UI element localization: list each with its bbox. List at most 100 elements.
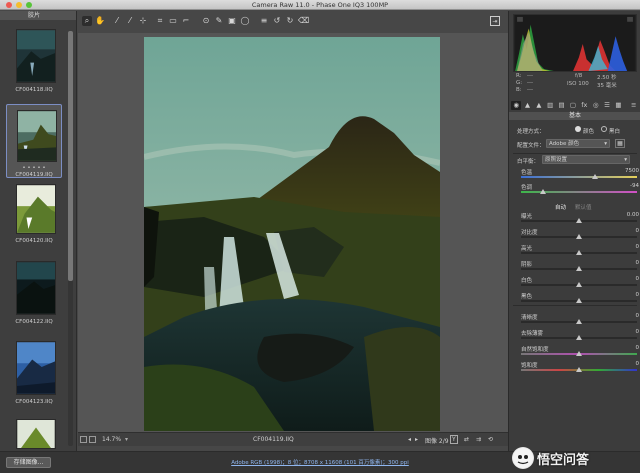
adjustment-brush-icon[interactable]: ✎: [214, 16, 224, 26]
presets-tab-icon[interactable]: ☰: [602, 101, 612, 110]
preferences-icon[interactable]: ≡: [259, 16, 269, 26]
slider-row: 阴影 0: [517, 260, 640, 271]
tone-curve-tab-icon[interactable]: ▲: [522, 101, 532, 110]
slider-value[interactable]: 0: [615, 260, 640, 266]
graduated-filter-icon[interactable]: ▣: [227, 16, 237, 26]
thumbnail-item-selected[interactable]: • • • • • CF004119.IIQ: [6, 104, 62, 178]
image-canvas[interactable]: [78, 33, 508, 432]
white-balance-icon[interactable]: ⁄: [112, 16, 122, 26]
slider-knob[interactable]: [576, 335, 582, 340]
slider-value[interactable]: 0: [615, 292, 640, 298]
shadow-clipping-icon[interactable]: [517, 16, 523, 22]
filmstrip-header: 胶片: [0, 11, 76, 20]
prev-image-icon[interactable]: ◂: [408, 436, 411, 443]
zoom-in-button[interactable]: [89, 436, 96, 443]
lens-corrections-tab-icon[interactable]: ▢: [568, 101, 578, 110]
red-eye-icon[interactable]: ⊙: [201, 16, 211, 26]
basic-tab-icon[interactable]: ◉: [511, 101, 522, 110]
hand-icon[interactable]: ✋: [95, 16, 105, 26]
slider-knob[interactable]: [576, 298, 582, 303]
highlight-clipping-icon[interactable]: [627, 16, 633, 22]
tint-slider[interactable]: [540, 189, 547, 194]
color-sampler-icon[interactable]: ⁄: [125, 16, 135, 26]
slider-knob[interactable]: [576, 282, 582, 287]
rotate-ccw-icon[interactable]: ↺: [272, 16, 282, 26]
hsl-tab-icon[interactable]: ▥: [545, 101, 555, 110]
slider-value[interactable]: 0: [615, 329, 640, 335]
thumbnail-image: [16, 184, 56, 234]
filmstrip-panel: 胶片 CF004118.IIQ • • • • • CF004119.IIQ C…: [0, 11, 77, 451]
thumbnail-item[interactable]: CF004120.IIQ: [6, 184, 62, 244]
zoom-dropdown-icon[interactable]: ▾: [125, 436, 128, 443]
snapshots-tab-icon[interactable]: ▦: [613, 101, 623, 110]
slider-value[interactable]: 0: [615, 313, 640, 319]
detail-tab-icon[interactable]: ▲: [534, 101, 544, 110]
auto-button[interactable]: 自动: [555, 203, 566, 211]
crop-icon[interactable]: ⌗: [155, 16, 165, 26]
slider-knob[interactable]: [576, 234, 582, 239]
tint-value[interactable]: -94: [615, 183, 639, 189]
swap-settings-icon[interactable]: ⇄: [464, 436, 469, 443]
thumbnail-item[interactable]: [6, 419, 62, 451]
trash-icon[interactable]: ⌫: [298, 16, 309, 26]
panel-menu-icon[interactable]: ≡: [629, 101, 639, 110]
thumbnail-item[interactable]: CF004122.IIQ: [6, 261, 62, 325]
scrollbar-thumb[interactable]: [68, 31, 73, 281]
before-after-toggle[interactable]: Y: [450, 435, 458, 444]
rating-stars[interactable]: • • • • •: [7, 165, 61, 171]
panel-tabs: ◉ ▲ ▲ ▥ ▤ ▢ fx ◎ ☰ ▦ ≡: [511, 101, 639, 111]
zoom-level[interactable]: 14.7%: [102, 436, 121, 443]
slider-value[interactable]: 0: [615, 345, 640, 351]
copy-settings-icon[interactable]: ⇉: [476, 436, 481, 443]
default-button[interactable]: 默认值: [575, 203, 592, 211]
rotate-cw-icon[interactable]: ↻: [285, 16, 295, 26]
tint-track[interactable]: [521, 191, 637, 193]
zoom-out-button[interactable]: [80, 436, 87, 443]
slider-value[interactable]: 0.00: [615, 212, 639, 218]
image-counter: 图像 2/9: [425, 438, 449, 445]
slider-knob[interactable]: [576, 351, 582, 356]
filmstrip-scrollbar[interactable]: [68, 31, 73, 446]
slider-knob[interactable]: [576, 266, 582, 271]
slider-value[interactable]: 0: [615, 361, 640, 367]
treatment-bw-label: 黑白: [609, 129, 621, 135]
thumbnail-item[interactable]: CF004123.IIQ: [6, 341, 62, 405]
section-title: 基本: [509, 112, 640, 120]
thumbnail-image: [16, 341, 56, 395]
thumbnail-image: [16, 261, 56, 315]
effects-tab-icon[interactable]: fx: [579, 101, 589, 110]
targeted-adjust-icon[interactable]: ⊹: [138, 16, 148, 26]
tint-row: 色调 -94: [517, 183, 639, 194]
slider-label: 曝光: [521, 214, 533, 220]
temperature-value[interactable]: 7500: [615, 168, 639, 174]
slider-knob[interactable]: [576, 250, 582, 255]
preview-photo[interactable]: [144, 37, 440, 431]
slider-value[interactable]: 0: [615, 228, 640, 234]
spot-removal-icon[interactable]: ⌐: [181, 16, 191, 26]
straighten-icon[interactable]: ▭: [168, 16, 178, 26]
thumbnail-image: [17, 110, 57, 162]
thumbnail-caption: CF004119.IIQ: [15, 172, 53, 178]
temperature-track[interactable]: [521, 176, 637, 178]
slider-value[interactable]: 0: [615, 244, 640, 250]
profile-select[interactable]: Adobe 颜色 ▾: [546, 139, 610, 148]
open-export-icon[interactable]: ⇥: [490, 16, 500, 26]
calibration-tab-icon[interactable]: ◎: [591, 101, 601, 110]
temperature-slider[interactable]: [592, 174, 599, 179]
radial-filter-icon[interactable]: ◯: [240, 16, 250, 26]
slider-knob[interactable]: [576, 367, 582, 372]
next-image-icon[interactable]: ▸: [415, 436, 418, 443]
split-toning-tab-icon[interactable]: ▤: [556, 101, 566, 110]
slider-knob[interactable]: [576, 218, 582, 223]
white-balance-select[interactable]: 原照设置 ▾: [542, 155, 630, 164]
slider-value[interactable]: 0: [615, 276, 640, 282]
treatment-bw-radio[interactable]: [601, 126, 607, 132]
treatment-color-radio[interactable]: [575, 126, 581, 132]
thumbnail-item[interactable]: CF004118.IIQ: [6, 29, 62, 93]
reset-settings-icon[interactable]: ⟲: [488, 436, 493, 443]
profile-value: Adobe 颜色: [549, 141, 580, 147]
zoom-icon[interactable]: ⌕: [82, 16, 92, 26]
r-label: R:: [516, 73, 522, 79]
profile-browser-icon[interactable]: ▦: [615, 139, 625, 148]
slider-knob[interactable]: [576, 319, 582, 324]
